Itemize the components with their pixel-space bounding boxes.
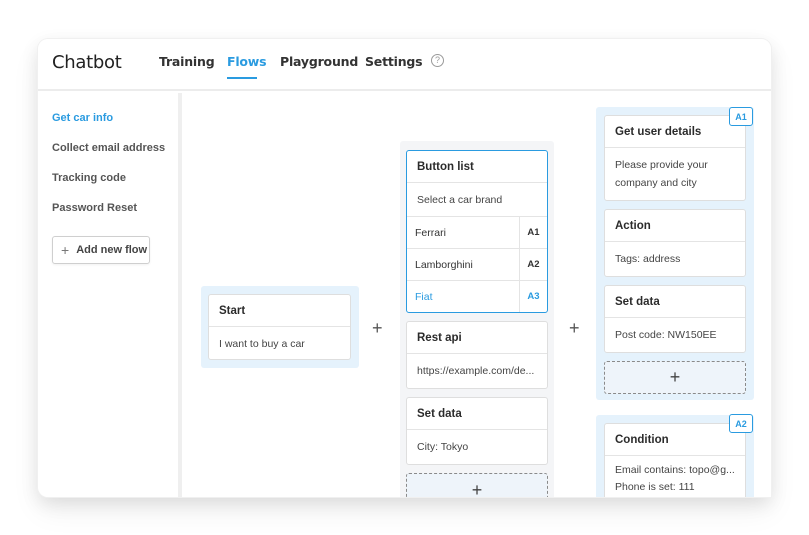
set-data-title: Set data bbox=[605, 286, 745, 318]
set-data-card[interactable]: Set data Post code: NW150EE bbox=[604, 285, 746, 353]
sidebar-item-tracking-code[interactable]: Tracking code bbox=[52, 172, 126, 184]
start-card-body: I want to buy a car bbox=[219, 337, 305, 350]
button-list-title: Button list bbox=[407, 151, 547, 183]
body-line: Phone is set: 111 bbox=[615, 481, 695, 493]
app-title: Chatbot bbox=[52, 52, 122, 73]
flow-canvas: Start I want to buy a car + Button list … bbox=[182, 93, 771, 497]
tab-settings[interactable]: Settings bbox=[365, 54, 423, 69]
body-line: Email contains: topo@g... bbox=[615, 464, 735, 476]
plus-icon: + bbox=[669, 367, 681, 387]
rest-api-title: Rest api bbox=[407, 322, 547, 354]
help-icon[interactable]: ? bbox=[431, 54, 444, 67]
step-column-group: Button list Select a car brand Ferrari A… bbox=[400, 141, 554, 497]
button-option-code: A3 bbox=[519, 281, 547, 312]
tab-playground[interactable]: Playground bbox=[280, 54, 358, 69]
add-connector-plus-icon[interactable]: + bbox=[372, 319, 383, 337]
top-nav-bar: Chatbot Training Flows Playground Settin… bbox=[38, 39, 771, 91]
tab-training[interactable]: Training bbox=[159, 54, 215, 69]
start-card[interactable]: Start I want to buy a car bbox=[208, 294, 351, 360]
button-option-row[interactable]: Fiat A3 bbox=[407, 280, 547, 312]
body-line: company and city bbox=[615, 177, 697, 189]
set-data-body: City: Tokyo bbox=[417, 441, 469, 453]
start-group: Start I want to buy a car bbox=[201, 286, 359, 368]
add-new-flow-button[interactable]: + Add new flow bbox=[52, 236, 150, 264]
button-list-card[interactable]: Button list Select a car brand Ferrari A… bbox=[406, 150, 548, 313]
set-data-title: Set data bbox=[407, 398, 547, 430]
set-data-body: Post code: NW150EE bbox=[615, 329, 717, 341]
branch-a2-group: Condition Email contains: topo@g... Phon… bbox=[596, 414, 754, 497]
condition-body: Email contains: topo@g... Phone is set: … bbox=[605, 456, 745, 496]
add-step-button[interactable]: + bbox=[406, 473, 548, 497]
app-window: Chatbot Training Flows Playground Settin… bbox=[38, 39, 771, 497]
plus-icon: + bbox=[471, 479, 483, 498]
branch-badge: A1 bbox=[729, 107, 753, 126]
get-user-details-card[interactable]: Get user details Please provide your com… bbox=[604, 115, 746, 201]
start-card-title: Start bbox=[209, 295, 350, 327]
button-list-body: Select a car brand bbox=[417, 193, 503, 206]
sidebar-item-get-car-info[interactable]: Get car info bbox=[52, 112, 113, 124]
branch-a1-group: Get user details Please provide your com… bbox=[596, 107, 754, 400]
add-step-button[interactable]: + bbox=[604, 361, 746, 394]
action-title: Action bbox=[605, 210, 745, 242]
tab-flows[interactable]: Flows bbox=[227, 54, 267, 69]
button-option-code: A1 bbox=[519, 217, 547, 248]
active-tab-indicator bbox=[227, 77, 257, 79]
flows-sidebar: Get car info Collect email address Track… bbox=[38, 93, 178, 497]
button-option-label: Lamborghini bbox=[415, 258, 473, 271]
sidebar-item-collect-email-address[interactable]: Collect email address bbox=[52, 142, 165, 154]
add-new-flow-label: Add new flow bbox=[76, 244, 148, 256]
condition-title: Condition bbox=[605, 424, 745, 456]
condition-card[interactable]: Condition Email contains: topo@g... Phon… bbox=[604, 423, 746, 497]
action-body: Tags: address bbox=[615, 253, 681, 265]
button-option-label: Ferrari bbox=[415, 226, 446, 239]
add-connector-plus-icon[interactable]: + bbox=[569, 319, 580, 337]
get-user-details-title: Get user details bbox=[605, 116, 745, 148]
branch-badge: A2 bbox=[729, 414, 753, 433]
get-user-details-body: Please provide your company and city bbox=[605, 148, 745, 192]
button-option-row[interactable]: Lamborghini A2 bbox=[407, 248, 547, 280]
button-option-code: A2 bbox=[519, 249, 547, 280]
plus-icon: + bbox=[61, 242, 70, 258]
set-data-card[interactable]: Set data City: Tokyo bbox=[406, 397, 548, 465]
button-option-row[interactable]: Ferrari A1 bbox=[407, 216, 547, 248]
rest-api-card[interactable]: Rest api https://example.com/de... bbox=[406, 321, 548, 389]
action-card[interactable]: Action Tags: address bbox=[604, 209, 746, 277]
sidebar-item-password-reset[interactable]: Password Reset bbox=[52, 202, 137, 214]
rest-api-body: https://example.com/de... bbox=[417, 365, 535, 377]
body-line: Please provide your bbox=[615, 159, 708, 171]
button-option-label: Fiat bbox=[415, 290, 433, 303]
